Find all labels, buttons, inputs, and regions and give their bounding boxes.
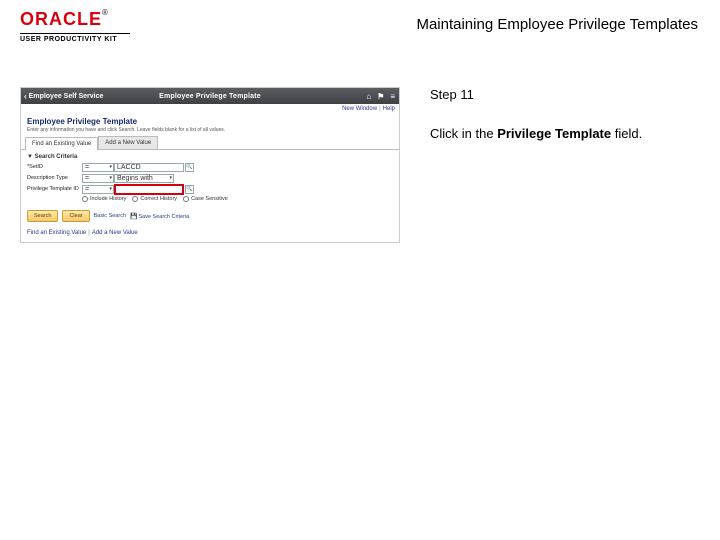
case-sensitive-checkbox[interactable]: Case Sensitive (183, 196, 228, 202)
setid-lookup-icon[interactable]: 🔍 (185, 163, 194, 172)
app-title: Employee Privilege Template (21, 93, 399, 100)
desc-type-label: Description Type (27, 175, 82, 181)
help-link[interactable]: Help (383, 106, 395, 112)
trademark-symbol: ® (102, 8, 109, 17)
button-row: Search Clear Basic Search Save Search Cr… (21, 206, 399, 226)
brand-name: ORACLE (20, 9, 102, 29)
instruction-before: Click in the (430, 126, 497, 141)
row-desc-type: Description Type =▾ Begins with▾ (27, 173, 393, 183)
oracle-logo: ORACLE® (20, 10, 109, 28)
clear-button[interactable]: Clear (62, 210, 89, 222)
priv-template-label: Privilege Template ID (27, 186, 82, 192)
setid-input[interactable]: LACCD (114, 163, 184, 172)
product-line-label: USER PRODUCTIVITY KIT (20, 36, 150, 43)
chevron-down-icon: ▾ (169, 175, 172, 181)
footer-find-link[interactable]: Find an Existing Value (27, 230, 86, 236)
app-topbar: ‹ Employee Self Service Employee Privile… (21, 88, 399, 104)
save-search-link[interactable]: Save Search Criteria (130, 213, 189, 220)
search-criteria: ▼ Search Criteria *SetID =▾ LACCD 🔍 Desc… (21, 150, 399, 206)
setid-label: *SetID (27, 164, 82, 170)
desc-type-value-select[interactable]: Begins with▾ (114, 174, 174, 183)
new-window-link[interactable]: New Window (342, 106, 377, 112)
basic-search-link[interactable]: Basic Search (94, 213, 126, 219)
topbar-icons: ⌂ ⚑ ≡ (366, 92, 395, 101)
chevron-down-icon: ▾ (109, 164, 112, 170)
tabs: Find an Existing Value Add a New Value (21, 136, 399, 150)
row-setid: *SetID =▾ LACCD 🔍 (27, 162, 393, 172)
flag-icon[interactable]: ⚑ (377, 92, 384, 101)
priv-template-op-select[interactable]: =▾ (82, 185, 114, 194)
footer-add-link[interactable]: Add a New Value (92, 230, 138, 236)
tab-find-existing[interactable]: Find an Existing Value (25, 137, 98, 150)
home-icon[interactable]: ⌂ (366, 92, 371, 101)
step-label: Step 11 (430, 87, 700, 102)
options-row: Include History Correct History Case Sen… (27, 196, 393, 202)
row-priv-template: Privilege Template ID =▾ 🔍 (27, 184, 393, 194)
priv-template-lookup-icon[interactable]: 🔍 (185, 185, 194, 194)
correct-history-checkbox[interactable]: Correct History (132, 196, 177, 202)
screenshot-column: ‹ Employee Self Service Employee Privile… (20, 87, 400, 243)
header: ORACLE® USER PRODUCTIVITY KIT Maintainin… (0, 0, 720, 47)
tab-add-new[interactable]: Add a New Value (98, 136, 158, 149)
instruction-after: field. (611, 126, 642, 141)
desc-type-op-select[interactable]: =▾ (82, 174, 114, 183)
instruction-bold: Privilege Template (497, 126, 611, 141)
instruction-column: Step 11 Click in the Privilege Template … (400, 87, 700, 243)
search-criteria-heading: ▼ Search Criteria (27, 154, 393, 160)
embedded-app: ‹ Employee Self Service Employee Privile… (20, 87, 400, 243)
brand-logo-block: ORACLE® USER PRODUCTIVITY KIT (20, 10, 150, 43)
page-title: Maintaining Employee Privilege Templates (150, 10, 700, 33)
setid-op-select[interactable]: =▾ (82, 163, 114, 172)
search-button[interactable]: Search (27, 210, 58, 222)
menu-icon[interactable]: ≡ (390, 92, 395, 101)
footer-links: Find an Existing Value|Add a New Value (21, 226, 399, 242)
include-history-checkbox[interactable]: Include History (82, 196, 126, 202)
chevron-down-icon: ▾ (109, 186, 112, 192)
section-title: Employee Privilege Template (21, 114, 399, 127)
priv-template-highlight (114, 184, 184, 195)
logo-divider (20, 33, 130, 34)
sub-links: New Window | Help (21, 104, 399, 114)
section-subtitle: Enter any information you have and click… (21, 127, 399, 136)
instruction-text: Click in the Privilege Template field. (430, 126, 700, 141)
chevron-down-icon: ▾ (109, 175, 112, 181)
priv-template-input[interactable] (116, 186, 182, 193)
